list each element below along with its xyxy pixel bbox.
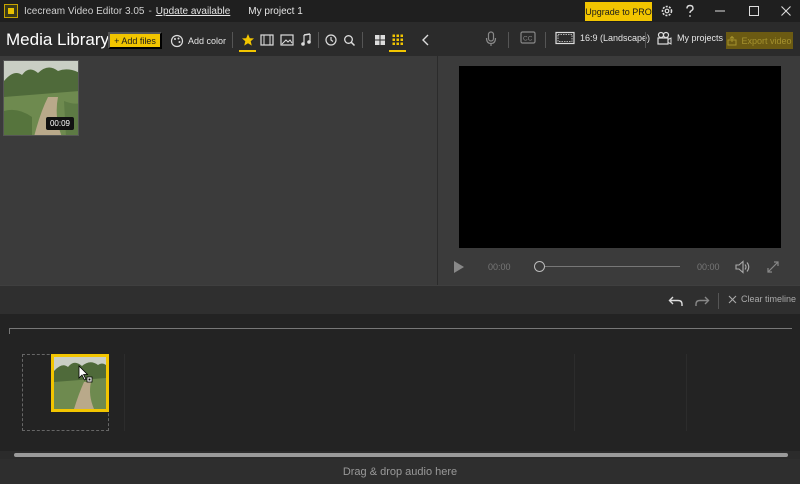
export-video-label: Export video xyxy=(741,35,792,46)
image-filter-icon[interactable] xyxy=(279,31,295,49)
app-logo-icon xyxy=(4,4,18,18)
media-item-video[interactable]: 00:09 xyxy=(3,60,79,136)
toolbar-divider xyxy=(718,293,719,309)
current-time: 00:00 xyxy=(488,262,511,272)
projects-camera-icon xyxy=(657,31,672,45)
add-color-label: Add color xyxy=(188,35,227,46)
total-time: 00:00 xyxy=(697,262,720,272)
media-library-toolbar: Media Library + Add files Add color xyxy=(0,22,437,56)
update-available-link[interactable]: Update available xyxy=(156,6,231,17)
collapse-chevron-left-icon[interactable] xyxy=(418,31,434,49)
video-filter-icon[interactable] xyxy=(259,31,275,49)
track-divider xyxy=(574,354,575,431)
timeline-area[interactable] xyxy=(0,314,800,451)
timeline-toolbar: Clear timeline xyxy=(0,285,800,314)
svg-text:CC: CC xyxy=(523,36,533,43)
toolbar-divider xyxy=(318,32,319,48)
close-icon[interactable] xyxy=(777,2,795,20)
preview-toolbar: CC 16:9 (Landscape) My projects Export v… xyxy=(438,22,800,56)
volume-icon[interactable] xyxy=(735,260,751,274)
fullscreen-icon[interactable] xyxy=(766,260,780,274)
aspect-ratio-icon xyxy=(555,31,575,45)
toolbar-divider xyxy=(545,32,546,48)
seek-bar[interactable] xyxy=(540,266,680,267)
add-color-button[interactable]: Add color xyxy=(170,32,226,49)
title-bar: Icecream Video Editor 3.05 - Update avai… xyxy=(0,0,800,22)
redo-icon[interactable] xyxy=(694,292,710,310)
media-library-panel: Media Library + Add files Add color 00:0… xyxy=(0,22,437,285)
export-video-button[interactable]: Export video xyxy=(726,32,793,49)
export-icon xyxy=(727,35,737,45)
clear-timeline-label: Clear timeline xyxy=(741,294,797,304)
active-view-underline xyxy=(389,50,406,52)
timeline-ruler xyxy=(9,328,792,334)
timeline-video-clip[interactable] xyxy=(51,354,109,412)
toolbar-divider xyxy=(232,32,233,48)
timeline-scrollbar-thumb[interactable] xyxy=(14,453,788,457)
track-divider xyxy=(124,354,125,431)
small-grid-view-icon[interactable] xyxy=(390,31,406,49)
subtitles-cc-icon[interactable]: CC xyxy=(520,31,536,44)
audio-drop-zone[interactable]: Drag & drop audio here xyxy=(0,459,800,484)
search-icon[interactable] xyxy=(341,31,357,49)
toolbar-divider xyxy=(645,32,646,48)
aspect-ratio-label: 16:9 (Landscape) xyxy=(580,33,651,43)
video-preview-area xyxy=(459,66,781,248)
large-grid-view-icon[interactable] xyxy=(372,31,388,49)
upgrade-to-pro-button[interactable]: Upgrade to PRO xyxy=(585,2,652,21)
play-icon[interactable] xyxy=(453,260,465,274)
player-controls: 00:00 00:00 xyxy=(438,256,800,278)
clear-timeline-button[interactable]: Clear timeline xyxy=(728,294,796,304)
my-projects-button[interactable]: My projects xyxy=(656,31,723,45)
toolbar-divider xyxy=(508,32,509,48)
title-separator: - xyxy=(148,5,152,17)
media-library-title: Media Library xyxy=(6,30,109,49)
project-name: My project 1 xyxy=(248,5,303,17)
media-duration-badge: 00:09 xyxy=(45,117,74,130)
minimize-icon[interactable] xyxy=(711,2,729,20)
track-divider xyxy=(686,354,687,431)
audio-drop-label: Drag & drop audio here xyxy=(342,465,458,478)
palette-icon xyxy=(170,34,184,47)
timeline-scrollbar[interactable] xyxy=(0,451,800,459)
active-filter-underline xyxy=(239,50,256,52)
aspect-ratio-button[interactable]: 16:9 (Landscape) xyxy=(555,31,650,45)
app-name: Icecream Video Editor 3.05 xyxy=(24,5,145,17)
audio-filter-icon[interactable] xyxy=(298,31,314,49)
favorites-star-icon[interactable] xyxy=(240,31,256,49)
mouse-cursor-icon xyxy=(78,365,93,383)
add-files-button[interactable]: + Add files xyxy=(108,32,162,49)
maximize-icon[interactable] xyxy=(745,2,763,20)
help-icon[interactable] xyxy=(681,2,699,20)
microphone-icon[interactable] xyxy=(485,31,497,47)
settings-gear-icon[interactable] xyxy=(658,2,676,20)
undo-icon[interactable] xyxy=(668,292,684,310)
recent-clock-icon[interactable] xyxy=(323,31,339,49)
my-projects-label: My projects xyxy=(677,33,724,43)
toolbar-divider xyxy=(362,32,363,48)
preview-panel: CC 16:9 (Landscape) My projects Export v… xyxy=(438,22,800,285)
seek-handle[interactable] xyxy=(534,261,545,272)
clear-x-icon xyxy=(728,295,737,303)
